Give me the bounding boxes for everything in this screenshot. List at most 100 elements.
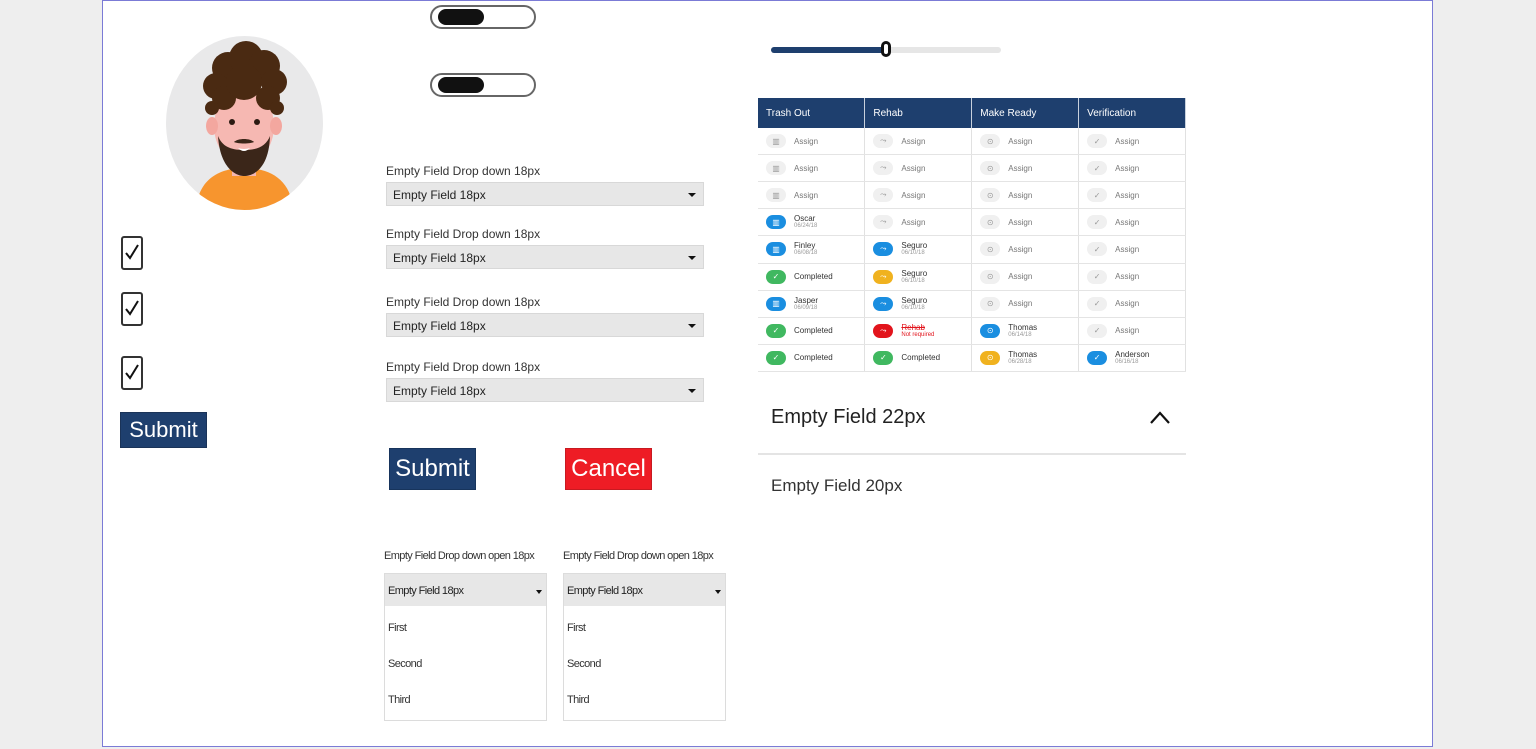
table-cell-make-ready[interactable]: ⊙ Assign <box>971 208 1080 237</box>
cell-name: Assign <box>901 136 926 146</box>
dropdown-option[interactable]: Third <box>388 694 411 706</box>
cell-content: ▥ Assign <box>766 134 864 149</box>
chevron-up-icon[interactable] <box>1149 409 1171 425</box>
checkbox-3[interactable] <box>121 356 143 390</box>
verification-status-icon: ✓ <box>1087 215 1108 230</box>
table-cell-verification[interactable]: ✓ Assign <box>1078 154 1186 183</box>
cell-name: Completed <box>794 272 833 282</box>
dropdown-select-1[interactable]: Empty Field 18px <box>386 182 704 206</box>
table-cell-make-ready[interactable]: ⊙ Thomas 06/14/18 <box>971 317 1080 345</box>
table-cell-rehab[interactable]: ⤳ Assign <box>864 128 973 156</box>
table-cell-rehab[interactable]: ✓ Completed <box>864 344 973 373</box>
table-cell-make-ready[interactable]: ⊙ Assign <box>971 154 1080 183</box>
cell-content: ✓ Assign <box>1087 161 1185 176</box>
checkbox-submit-button[interactable]: Submit <box>120 412 207 448</box>
cell-content: ⤳ Seguro 06/10/18 <box>873 241 971 257</box>
cell-name: Assign <box>901 163 926 173</box>
table-cell-trash-out[interactable]: ▥ Finley 06/08/18 <box>758 235 866 264</box>
checkmark-icon <box>125 244 139 260</box>
open-dropdown-header[interactable]: Empty Field 18px <box>564 574 725 606</box>
cell-name: Assign <box>1008 190 1033 200</box>
open-dropdown-1[interactable]: Empty Field 18px First Second Third <box>384 573 547 721</box>
table-cell-make-ready[interactable]: ⊙ Assign <box>971 235 1080 264</box>
slider-track[interactable] <box>771 41 1001 57</box>
cell-content: ⤳ Assign <box>873 161 971 176</box>
table-cell-make-ready[interactable]: ⊙ Assign <box>971 263 1080 291</box>
table-cell-verification[interactable]: ✓ Assign <box>1078 181 1186 210</box>
dropdown-label: Empty Field Drop down 18px <box>386 164 541 178</box>
verification-status-icon: ✓ <box>1087 242 1108 257</box>
table-cell-make-ready[interactable]: ⊙ Assign <box>971 128 1080 156</box>
cell-name: Assign <box>1115 217 1140 227</box>
table-cell-trash-out[interactable]: ▥ Assign <box>758 181 866 210</box>
table-cell-make-ready[interactable]: ⊙ Assign <box>971 181 1080 210</box>
dropdown-value: Empty Field 18px <box>567 585 643 597</box>
dropdown-option[interactable]: First <box>388 622 407 634</box>
table-cell-verification[interactable]: ✓ Assign <box>1078 128 1186 156</box>
table-cell-rehab[interactable]: ⤳ Seguro 06/10/18 <box>864 263 973 291</box>
submit-button[interactable]: Submit <box>389 448 476 490</box>
cell-content: ⊙ Assign <box>980 296 1078 311</box>
table-cell-trash-out[interactable]: ✓ Completed <box>758 263 866 291</box>
avatar-background <box>166 36 323 210</box>
caret-down-icon <box>715 590 721 594</box>
cell-date: 06/10/18 <box>901 304 925 311</box>
table-cell-make-ready[interactable]: ⊙ Thomas 06/28/18 <box>971 344 1080 373</box>
checkbox-2[interactable] <box>121 292 143 326</box>
table-cell-trash-out[interactable]: ▥ Oscar 06/24/18 <box>758 208 866 237</box>
cell-text: Anderson 06/16/18 <box>1115 350 1149 366</box>
table-cell-verification[interactable]: ✓ Assign <box>1078 263 1186 291</box>
dropdown-option[interactable]: First <box>567 622 586 634</box>
table-cell-make-ready[interactable]: ⊙ Assign <box>971 290 1080 318</box>
dropdown-option[interactable]: Second <box>388 658 422 670</box>
dropdown-option[interactable]: Second <box>567 658 601 670</box>
cell-content: ⊙ Assign <box>980 188 1078 203</box>
cell-name: Assign <box>794 190 819 200</box>
table-row: ✓ Completed ⤳ Rehab Not required ⊙ Thomas 06/14… <box>758 317 1186 345</box>
dropdown-option[interactable]: Third <box>567 694 590 706</box>
open-dropdown-2[interactable]: Empty Field 18px First Second Third <box>563 573 726 721</box>
cell-content: ⤳ Rehab Not required <box>873 323 971 338</box>
cancel-button[interactable]: Cancel <box>565 448 652 490</box>
table-cell-rehab[interactable]: ⤳ Assign <box>864 208 973 237</box>
table-cell-rehab[interactable]: ⤳ Assign <box>864 154 973 183</box>
verification-status-icon: ✓ <box>1087 350 1108 365</box>
cell-content: ⤳ Seguro 06/10/18 <box>873 269 971 285</box>
table-cell-verification[interactable]: ✓ Assign <box>1078 235 1186 264</box>
table-cell-trash-out[interactable]: ▥ Assign <box>758 128 866 156</box>
table-cell-verification[interactable]: ✓ Anderson 06/16/18 <box>1078 344 1186 373</box>
slider-thumb[interactable] <box>881 41 891 57</box>
table-cell-trash-out[interactable]: ▥ Jasper 06/09/18 <box>758 290 866 318</box>
cell-text: Assign <box>901 164 925 173</box>
slider-fill <box>771 47 886 53</box>
open-dropdown-header[interactable]: Empty Field 18px <box>385 574 546 606</box>
cell-text: Completed <box>794 326 833 335</box>
cell-name: Assign <box>1008 217 1033 227</box>
cell-text: Assign <box>1115 218 1139 227</box>
table-cell-rehab[interactable]: ⤳ Seguro 06/10/18 <box>864 235 973 264</box>
table-row: ✓ Completed ✓ Completed ⊙ Thomas 06/28/18 ✓ Ande… <box>758 344 1186 373</box>
dropdown-label: Empty Field Drop down 18px <box>386 227 541 241</box>
table-cell-verification[interactable]: ✓ Assign <box>1078 317 1186 345</box>
table-cell-trash-out[interactable]: ▥ Assign <box>758 154 866 183</box>
cell-text: Seguro 06/10/18 <box>901 241 927 257</box>
checkbox-1[interactable] <box>121 236 143 270</box>
table-cell-verification[interactable]: ✓ Assign <box>1078 208 1186 237</box>
dropdown-select-4[interactable]: Empty Field 18px <box>386 378 704 402</box>
table-cell-rehab[interactable]: ⤳ Assign <box>864 181 973 210</box>
table-cell-trash-out[interactable]: ✓ Completed <box>758 317 866 345</box>
toggle-switch-2[interactable] <box>430 73 536 97</box>
cell-text: Assign <box>794 137 818 146</box>
accordion-title[interactable]: Empty Field 22px <box>771 406 926 429</box>
table-cell-verification[interactable]: ✓ Assign <box>1078 290 1186 318</box>
dropdown-select-3[interactable]: Empty Field 18px <box>386 313 704 337</box>
toggle-switch-1[interactable] <box>430 5 536 29</box>
cell-content: ⤳ Seguro 06/10/18 <box>873 296 971 312</box>
dropdown-label: Empty Field Drop down 18px <box>386 295 541 309</box>
table-cell-rehab[interactable]: ⤳ Seguro 06/10/18 <box>864 290 973 318</box>
table-cell-rehab[interactable]: ⤳ Rehab Not required <box>864 317 973 345</box>
dropdown-select-2[interactable]: Empty Field 18px <box>386 245 704 269</box>
dropdown-value: Empty Field 18px <box>393 251 486 265</box>
cell-name: Assign <box>1008 244 1033 254</box>
table-cell-trash-out[interactable]: ✓ Completed <box>758 344 866 373</box>
